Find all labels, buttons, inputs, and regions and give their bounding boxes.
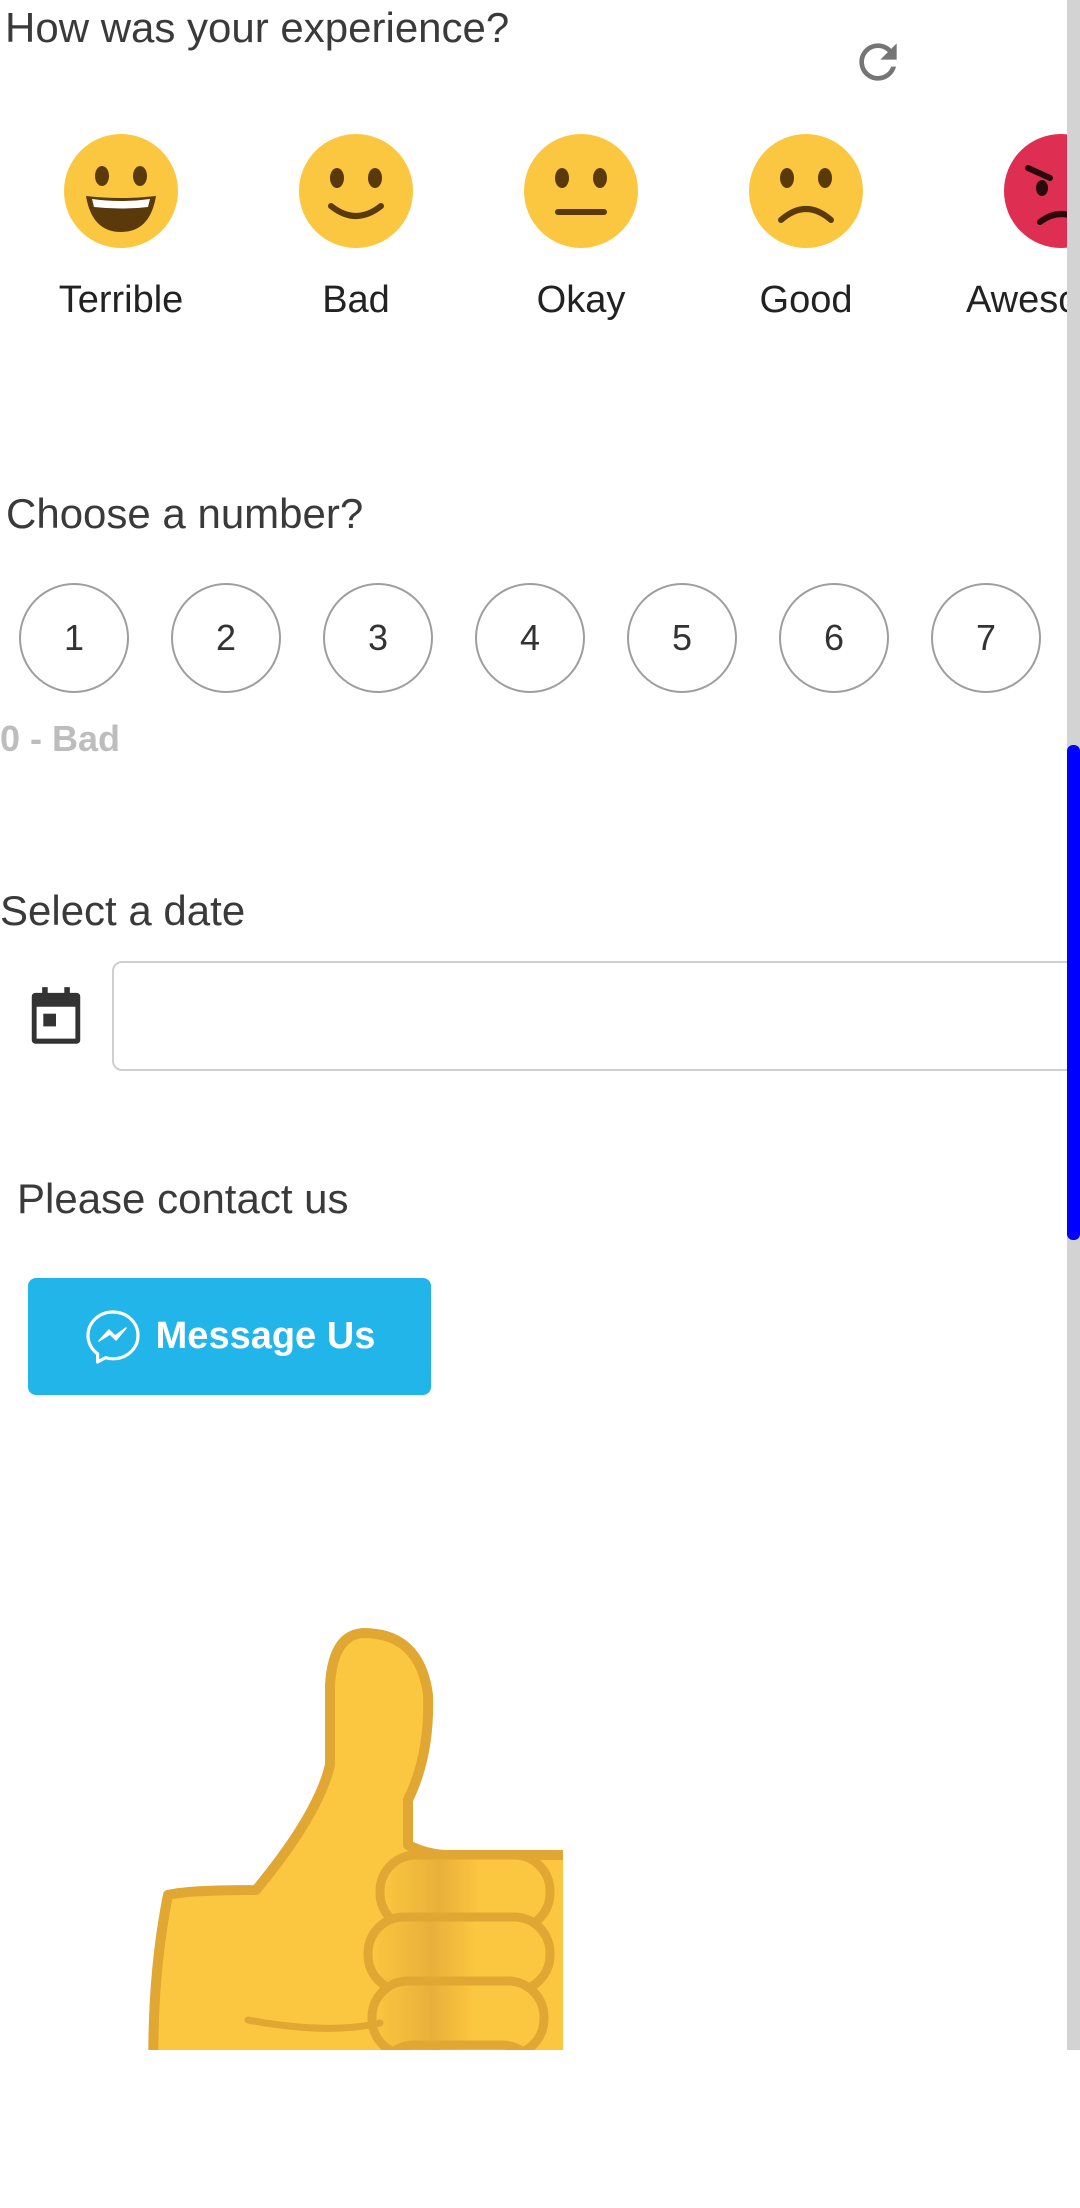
scrollbar-thumb[interactable] [1067,745,1080,1240]
messenger-icon [84,1308,142,1366]
experience-option-awesome-label-wrap[interactable]: Awesome [966,279,1067,322]
experience-label-bad[interactable]: Bad [256,279,456,322]
number-option-5[interactable]: 5 [627,583,737,693]
experience-label-good[interactable]: Good [706,279,906,322]
calendar-icon[interactable] [28,986,84,1046]
experience-label-terrible[interactable]: Terrible [21,279,221,322]
refresh-icon[interactable] [850,34,906,90]
angry-face-icon [1004,134,1067,248]
grinning-face-icon [64,134,178,248]
experience-option-bad[interactable] [299,134,413,248]
number-option-1[interactable]: 1 [19,583,129,693]
experience-option-awesome[interactable] [1004,134,1067,248]
message-us-button[interactable]: Message Us [28,1278,431,1395]
experience-option-good[interactable] [749,134,863,248]
experience-label-awesome: Awesome [966,279,1067,321]
thumbs-up-icon [148,1625,563,2050]
number-question: Choose a number? [6,490,364,537]
frowning-face-icon [749,134,863,248]
number-option-7[interactable]: 7 [931,583,1041,693]
message-us-label: Message Us [155,1315,376,1357]
experience-option-terrible[interactable] [64,134,178,248]
experience-question: How was your experience? [5,4,510,51]
neutral-face-icon [524,134,638,248]
date-input[interactable] [112,961,1080,1071]
contact-label: Please contact us [17,1175,349,1222]
experience-label-okay[interactable]: Okay [481,279,681,322]
experience-option-okay[interactable] [524,134,638,248]
number-option-2[interactable]: 2 [171,583,281,693]
date-label: Select a date [0,887,246,934]
number-option-6[interactable]: 6 [779,583,889,693]
number-range-note: 0 - Bad [0,718,121,759]
number-option-4[interactable]: 4 [475,583,585,693]
slightly-smiling-face-icon [299,134,413,248]
number-option-3[interactable]: 3 [323,583,433,693]
